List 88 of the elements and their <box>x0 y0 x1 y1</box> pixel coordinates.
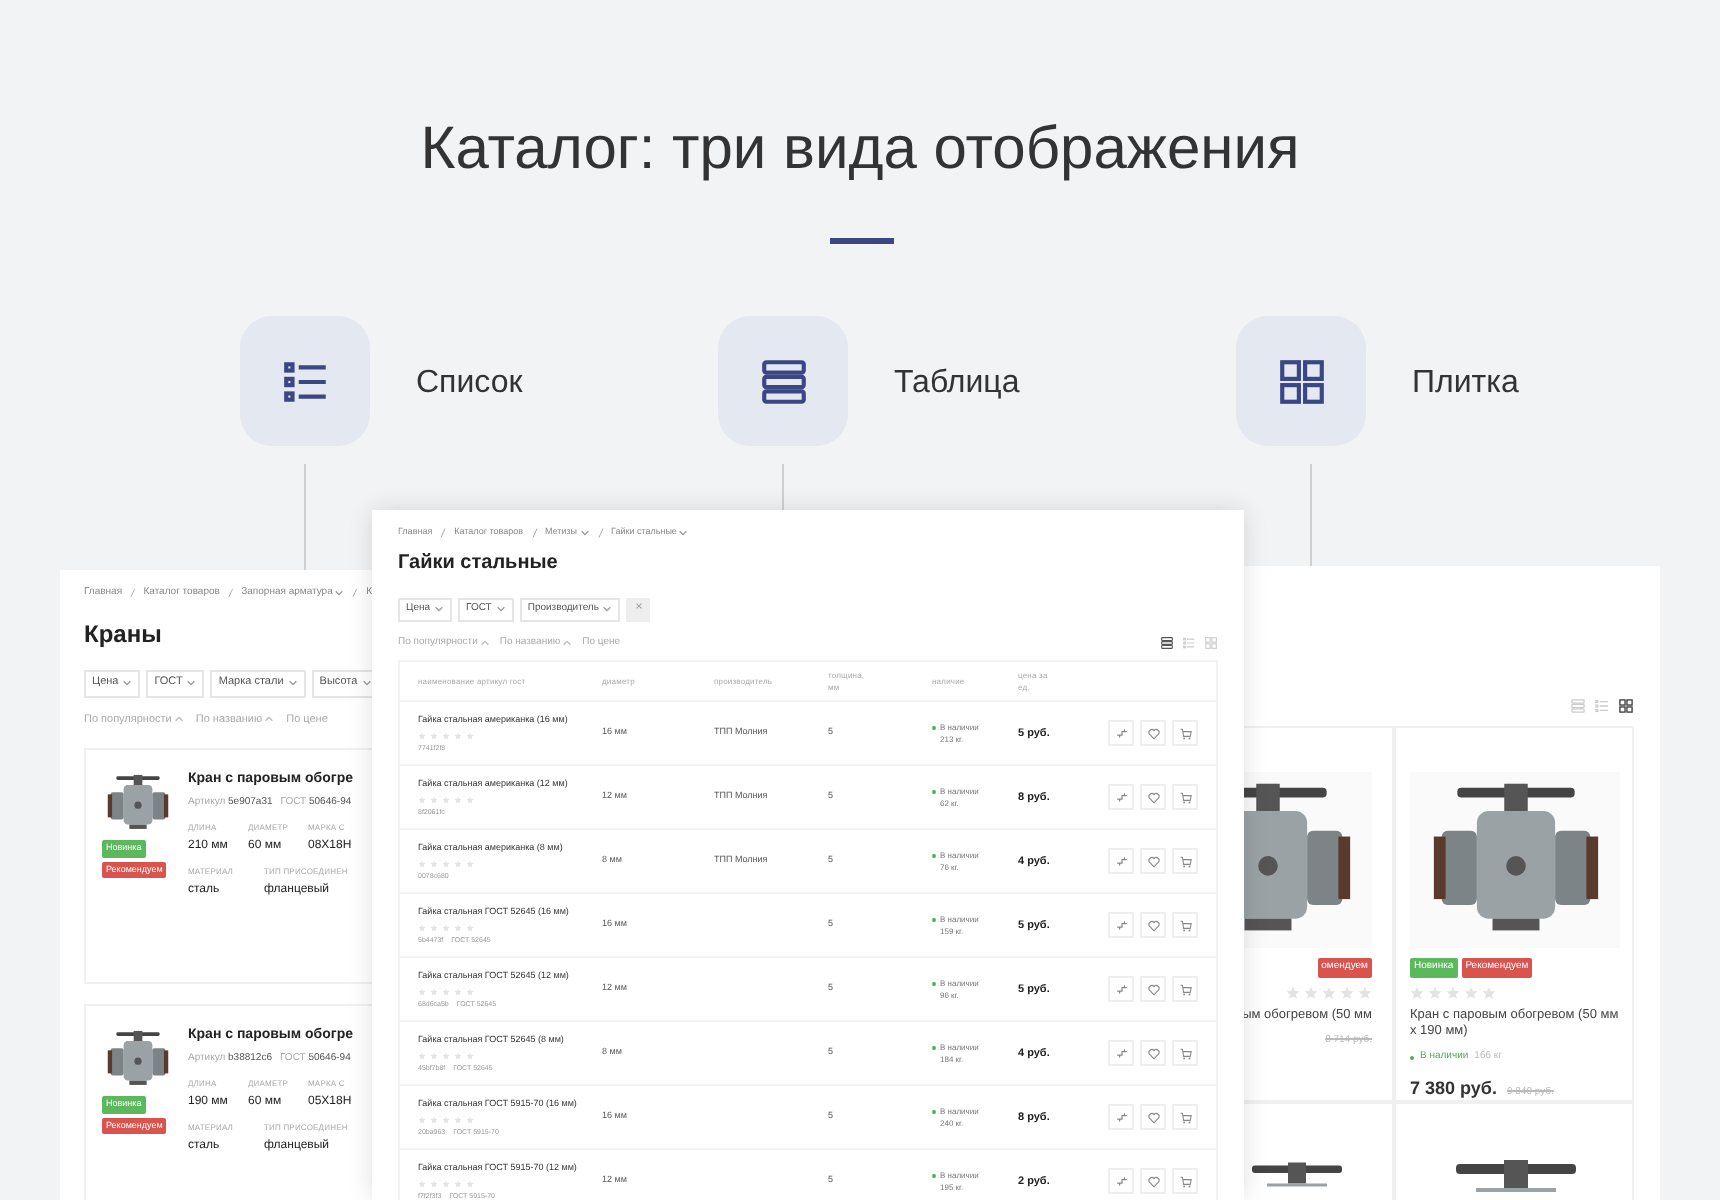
view-toggle-icon[interactable] <box>1160 636 1174 650</box>
add-to-cart-button[interactable] <box>1172 1040 1198 1067</box>
view-toggle-icon[interactable] <box>1204 636 1218 650</box>
page-title: Каталог: три вида отображения <box>418 114 1302 186</box>
view-label: Плитка <box>1412 364 1519 404</box>
add-to-cart-button[interactable] <box>1172 976 1198 1003</box>
view-label: Список <box>416 364 523 404</box>
compare-button[interactable] <box>1108 912 1134 939</box>
chevron-down-icon <box>287 678 298 688</box>
scales-icon <box>1115 727 1127 740</box>
chevron-down-icon <box>434 604 445 615</box>
view-toggle-icon[interactable] <box>1182 636 1196 650</box>
favorite-button[interactable] <box>1140 1168 1166 1195</box>
slash-separator-icon <box>227 588 234 599</box>
chevron-down-icon <box>495 604 506 615</box>
star-icon <box>1322 985 1336 999</box>
heart-icon <box>1147 983 1159 996</box>
star-icon <box>1340 985 1354 999</box>
heart-icon <box>1147 855 1159 868</box>
chevron-down-icon <box>602 604 613 615</box>
cart-icon <box>1179 919 1191 932</box>
star-icon <box>1410 985 1424 999</box>
scales-icon <box>1115 1111 1127 1124</box>
favorite-button[interactable] <box>1140 1104 1166 1131</box>
cart-icon <box>1179 1175 1191 1188</box>
title-underline <box>830 238 894 244</box>
table-view-icon <box>757 355 809 407</box>
add-to-cart-button[interactable] <box>1172 1104 1198 1131</box>
add-to-cart-button[interactable] <box>1172 1168 1198 1195</box>
heart-icon <box>1147 1047 1159 1060</box>
cart-icon <box>1179 727 1191 740</box>
heart-icon <box>1147 791 1159 804</box>
favorite-button[interactable] <box>1140 1040 1166 1067</box>
view-toggle-icon[interactable] <box>1618 698 1634 714</box>
favorite-button[interactable] <box>1140 720 1166 747</box>
slash-separator-icon <box>531 527 538 538</box>
add-to-cart-button[interactable] <box>1172 784 1198 811</box>
scales-icon <box>1115 983 1127 996</box>
heart-icon <box>1147 1175 1159 1188</box>
scales-icon <box>1115 919 1127 932</box>
view-toggle-icon[interactable] <box>1570 698 1586 714</box>
cart-icon <box>1179 1111 1191 1124</box>
slash-separator-icon <box>352 588 359 599</box>
chevron-down-icon <box>361 678 372 688</box>
category-title: Гайки стальные <box>398 549 560 578</box>
star-icon <box>1446 985 1460 999</box>
price-text: 7 380 руб. <box>1410 1075 1497 1102</box>
scales-icon <box>1115 1175 1127 1188</box>
cart-icon <box>1179 983 1191 996</box>
slash-separator-icon <box>597 527 604 538</box>
favorite-button[interactable] <box>1140 976 1166 1003</box>
category-title: Краны <box>84 617 164 651</box>
add-to-cart-button[interactable] <box>1172 848 1198 875</box>
scales-icon <box>1115 855 1127 868</box>
compare-button[interactable] <box>1108 1168 1134 1195</box>
star-icon <box>1286 985 1300 999</box>
scales-icon <box>1115 1047 1127 1060</box>
star-icon <box>1464 985 1478 999</box>
compare-button[interactable] <box>1108 784 1134 811</box>
favorite-button[interactable] <box>1140 912 1166 939</box>
favorite-button[interactable] <box>1140 848 1166 875</box>
add-to-cart-button[interactable] <box>1172 720 1198 747</box>
compare-button[interactable] <box>1108 1104 1134 1131</box>
compare-button[interactable] <box>1108 848 1134 875</box>
tile-view-icon <box>1275 355 1327 407</box>
heart-icon <box>1147 919 1159 932</box>
add-to-cart-button[interactable] <box>1172 912 1198 939</box>
star-icon <box>1428 985 1442 999</box>
scales-icon <box>1115 791 1127 804</box>
heart-icon <box>1147 1111 1159 1124</box>
favorite-button[interactable] <box>1140 784 1166 811</box>
star-icon <box>1482 985 1496 999</box>
compare-button[interactable] <box>1108 720 1134 747</box>
view-label: Таблица <box>894 364 1020 404</box>
cart-icon <box>1179 791 1191 804</box>
star-icon <box>1304 985 1318 999</box>
heart-icon <box>1147 727 1159 740</box>
chevron-down-icon <box>122 678 133 688</box>
compare-button[interactable] <box>1108 976 1134 1003</box>
cart-icon <box>1179 855 1191 868</box>
slash-separator-icon <box>440 527 447 538</box>
cart-icon <box>1179 1047 1191 1060</box>
connector-line <box>304 464 306 570</box>
compare-button[interactable] <box>1108 1040 1134 1067</box>
slash-separator-icon <box>130 588 136 599</box>
star-icon <box>1358 985 1372 999</box>
chevron-down-icon <box>186 678 197 688</box>
view-toggle-icon[interactable] <box>1594 698 1610 714</box>
